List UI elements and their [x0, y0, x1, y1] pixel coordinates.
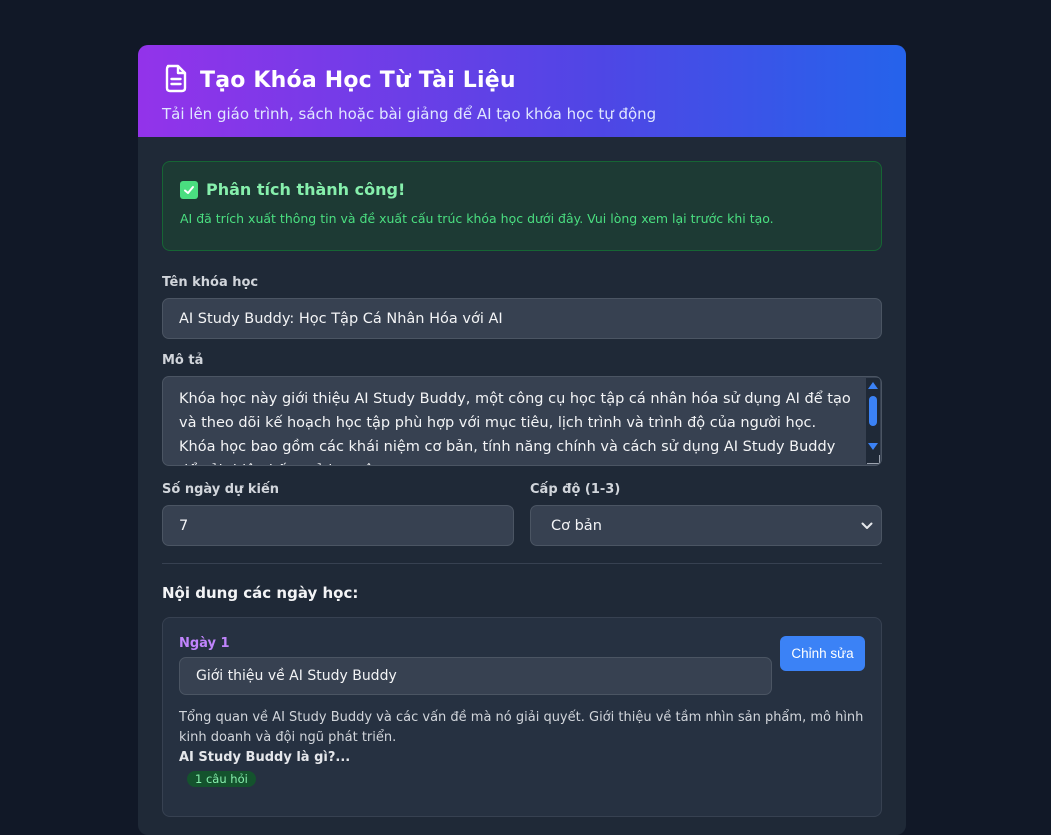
edit-day-button[interactable]: Chỉnh sửa — [780, 636, 865, 671]
days-section-title: Nội dung các ngày học: — [162, 584, 359, 602]
question-count-badge: 1 câu hỏi — [187, 771, 256, 787]
day-label: Ngày 1 — [179, 636, 230, 651]
days-input[interactable]: 7 — [162, 505, 514, 546]
course-name-label: Tên khóa học — [162, 275, 259, 290]
level-selected-value: Cơ bản — [551, 517, 602, 534]
success-title: Phân tích thành công! — [206, 180, 406, 199]
day-card: Ngày 1 Giới thiệu về AI Study Buddy Chỉn… — [162, 617, 882, 817]
level-select[interactable]: Cơ bản — [530, 505, 882, 546]
create-course-card: Tạo Khóa Học Từ Tài Liệu Tải lên giáo tr… — [138, 45, 906, 835]
scroll-down-arrow-icon[interactable] — [868, 443, 878, 450]
description-label: Mô tả — [162, 353, 204, 368]
day-title-input[interactable]: Giới thiệu về AI Study Buddy — [179, 657, 772, 695]
check-box-icon — [180, 180, 198, 199]
success-message: AI đã trích xuất thông tin và đề xuất cấ… — [180, 211, 774, 226]
day-description: Tổng quan về AI Study Buddy và các vấn đ… — [179, 710, 864, 745]
page-title: Tạo Khóa Học Từ Tài Liệu — [200, 67, 516, 93]
description-text: Khóa học này giới thiệu AI Study Buddy, … — [179, 391, 851, 465]
days-label: Số ngày dự kiến — [162, 482, 280, 497]
scroll-up-arrow-icon[interactable] — [868, 382, 878, 389]
course-name-input[interactable]: AI Study Buddy: Học Tập Cá Nhân Hóa với … — [162, 298, 882, 339]
description-scrollbar[interactable] — [866, 378, 880, 464]
chevron-down-icon — [861, 518, 873, 534]
section-divider — [162, 563, 882, 564]
day-question-preview: AI Study Buddy là gì?... — [179, 750, 351, 765]
page-subtitle: Tải lên giáo trình, sách hoặc bài giảng … — [162, 105, 657, 123]
description-textarea[interactable]: Khóa học này giới thiệu AI Study Buddy, … — [162, 376, 882, 466]
success-alert: Phân tích thành công! AI đã trích xuất t… — [162, 161, 882, 251]
level-label: Cấp độ (1-3) — [530, 482, 621, 497]
document-icon — [162, 63, 190, 97]
resize-handle-icon[interactable] — [867, 455, 880, 464]
scroll-thumb[interactable] — [869, 396, 877, 426]
card-header: Tạo Khóa Học Từ Tài Liệu Tải lên giáo tr… — [138, 45, 906, 137]
